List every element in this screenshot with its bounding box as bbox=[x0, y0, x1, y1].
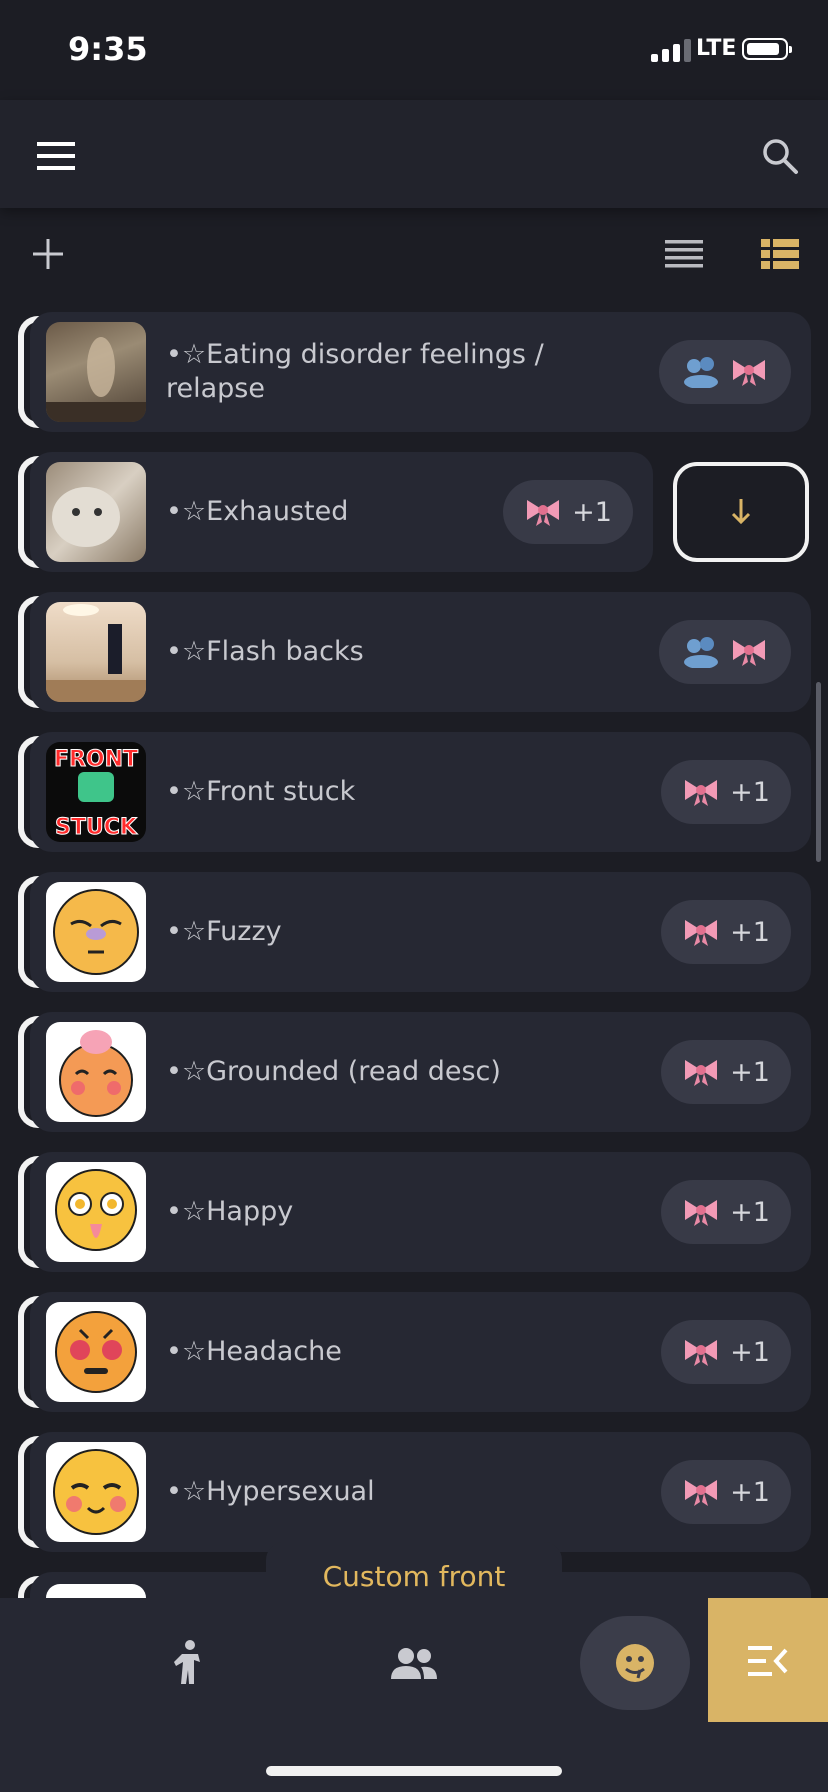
bow-icon bbox=[685, 1200, 718, 1226]
badge-count: +1 bbox=[572, 496, 612, 528]
badge-count: +1 bbox=[730, 1056, 770, 1088]
avatar bbox=[46, 322, 146, 422]
avatar bbox=[46, 1162, 146, 1262]
member-badge[interactable] bbox=[659, 340, 791, 404]
bow-icon bbox=[685, 1340, 718, 1366]
hamburger-menu-icon[interactable] bbox=[28, 128, 84, 184]
front-name: •☆Flash backs bbox=[166, 636, 364, 667]
list-item[interactable]: FRONT STUCK •☆Front stuck +1 bbox=[18, 732, 811, 852]
badge-count: +1 bbox=[730, 916, 770, 948]
list-item[interactable]: •☆Happy +1 bbox=[18, 1152, 811, 1272]
plus-icon[interactable] bbox=[28, 234, 68, 274]
bow-icon bbox=[733, 640, 765, 666]
front-name: •☆Eating disorder feelings / relapse bbox=[166, 339, 544, 404]
badge-count: +1 bbox=[730, 1476, 770, 1508]
avatar bbox=[46, 1302, 146, 1402]
bow-icon bbox=[685, 920, 718, 946]
search-icon[interactable] bbox=[752, 128, 808, 184]
members-icon[interactable] bbox=[374, 1616, 454, 1710]
scrollbar[interactable] bbox=[816, 682, 821, 862]
member-badge[interactable]: +1 bbox=[661, 1040, 791, 1104]
app-bar bbox=[0, 100, 828, 208]
front-name: •☆Fuzzy bbox=[166, 916, 282, 947]
front-name: •☆Front stuck bbox=[166, 776, 356, 807]
badge-count: +1 bbox=[730, 1336, 770, 1368]
bow-icon bbox=[685, 1060, 718, 1086]
badge-count: +1 bbox=[730, 1196, 770, 1228]
status-bar: 9:35 LTE bbox=[0, 0, 828, 100]
bow-icon bbox=[733, 360, 765, 386]
list-item[interactable]: •☆Hypersexual +1 bbox=[18, 1432, 811, 1552]
avatar bbox=[46, 1442, 146, 1542]
people-icon bbox=[684, 637, 718, 668]
fronter-icon[interactable] bbox=[150, 1616, 230, 1710]
bow-icon bbox=[685, 780, 718, 806]
avatar-text-top: FRONT bbox=[54, 747, 138, 772]
member-badge[interactable]: +1 bbox=[661, 1460, 791, 1524]
network-type: LTE bbox=[696, 36, 737, 61]
avatar-text-bottom: STUCK bbox=[55, 815, 138, 840]
member-badge[interactable]: +1 bbox=[661, 1180, 791, 1244]
member-badge[interactable]: +1 bbox=[661, 1320, 791, 1384]
avatar bbox=[46, 602, 146, 702]
member-badge[interactable]: +1 bbox=[503, 480, 633, 544]
custom-front-icon[interactable] bbox=[590, 1616, 680, 1710]
arrow-down-icon bbox=[731, 499, 751, 525]
front-name: •☆Happy bbox=[166, 1196, 294, 1227]
clock: 9:35 bbox=[68, 30, 148, 68]
avatar bbox=[46, 462, 146, 562]
list-item[interactable]: •☆Fuzzy +1 bbox=[18, 872, 811, 992]
bow-icon bbox=[685, 1480, 718, 1506]
home-indicator[interactable] bbox=[266, 1766, 562, 1776]
avatar bbox=[46, 882, 146, 982]
badge-count: +1 bbox=[730, 776, 770, 808]
list-toolbar bbox=[0, 208, 828, 308]
avatar: FRONT STUCK bbox=[46, 742, 146, 842]
member-badge[interactable]: +1 bbox=[661, 900, 791, 964]
list-item[interactable]: •☆Grounded (read desc) +1 bbox=[18, 1012, 811, 1132]
list-item[interactable]: •☆Flash backs bbox=[18, 592, 811, 712]
list-item[interactable]: •☆Eating disorder feelings / relapse bbox=[18, 312, 811, 432]
collapse-menu-button[interactable] bbox=[708, 1598, 828, 1722]
member-badge[interactable]: +1 bbox=[661, 760, 791, 824]
front-name: •☆Headache bbox=[166, 1336, 342, 1367]
front-name: •☆Grounded (read desc) bbox=[166, 1056, 501, 1087]
avatar bbox=[46, 1022, 146, 1122]
front-name: •☆Exhausted bbox=[166, 496, 349, 527]
list-item[interactable]: •☆Headache +1 bbox=[18, 1292, 811, 1412]
custom-front-tab[interactable]: Custom front bbox=[266, 1542, 562, 1610]
list-view-icon[interactable] bbox=[662, 234, 706, 274]
bow-icon bbox=[527, 500, 560, 526]
move-down-button[interactable] bbox=[673, 462, 809, 562]
member-badge[interactable] bbox=[659, 620, 791, 684]
people-icon bbox=[684, 357, 718, 388]
battery-icon bbox=[742, 38, 792, 60]
list-item[interactable]: •☆Exhausted +1 bbox=[18, 452, 811, 572]
signal-icon bbox=[651, 38, 691, 62]
collapse-menu-icon bbox=[748, 1646, 788, 1676]
bottom-navigation bbox=[0, 1598, 828, 1792]
front-name: •☆Hypersexual bbox=[166, 1476, 375, 1507]
detailed-list-icon[interactable] bbox=[758, 234, 802, 274]
